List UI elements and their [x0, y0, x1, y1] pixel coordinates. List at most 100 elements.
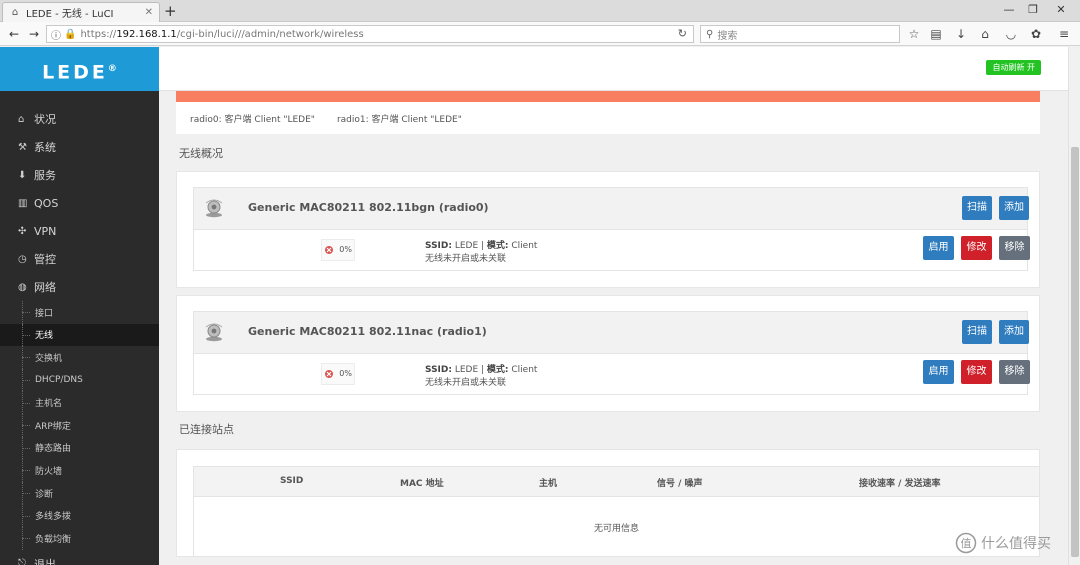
device-radio0: Generic MAC80211 802.11bgn (radio0) 扫描 添…	[193, 187, 1030, 271]
sidebar-item-vpn[interactable]: ✣ VPN	[0, 217, 159, 245]
back-icon[interactable]: ←	[6, 26, 22, 42]
close-tab-icon[interactable]: ✕	[145, 7, 153, 18]
col-ssid: SSID	[280, 476, 304, 486]
device-card-radio1: Generic MAC80211 802.11nac (radio1) 扫描 添…	[176, 295, 1040, 412]
page-scrollbar[interactable]	[1068, 47, 1080, 565]
new-tab-icon[interactable]: +	[164, 2, 180, 20]
home-icon: ⌂	[18, 113, 25, 125]
close-window-icon[interactable]: ✕	[1052, 3, 1070, 16]
sidebar-sub-switch[interactable]: 交换机	[0, 346, 159, 369]
watermark: 值 什么值得买	[955, 532, 1051, 554]
radio1-status: radio1: 客户端 Client "LEDE"	[336, 114, 462, 125]
radio0-status: radio0: 客户端 Client "LEDE"	[190, 114, 315, 125]
col-rate: 接收速率 / 发送速率	[859, 479, 941, 489]
extension-icon[interactable]: ✿	[1028, 26, 1044, 42]
lock-warning-icon[interactable]: 🔒	[64, 29, 76, 40]
tools-icon: ⚒	[18, 141, 27, 153]
association-status: 无线未开启或未关联	[425, 378, 507, 388]
sidebar-item-logout[interactable]: ⎋ 退出	[0, 550, 159, 565]
enable-button[interactable]: 启用	[923, 360, 954, 384]
sidebar-sub-load-balance[interactable]: 负载均衡	[0, 526, 159, 550]
url-bar[interactable]: ⓘ 🔒 https:// 192.168.1.1 /cgi-bin/luci//…	[46, 25, 694, 43]
association-status: 无线未开启或未关联	[425, 254, 507, 264]
auto-refresh-badge[interactable]: 自动刷新 开	[986, 60, 1041, 75]
sidebar-item-network[interactable]: ◍ 网络	[0, 273, 159, 301]
bar-chart-icon: ▥	[18, 197, 28, 209]
sidebar-sub-static-routes[interactable]: 静态路由	[0, 436, 159, 460]
sidebar-sub-interfaces[interactable]: 接口	[0, 301, 159, 324]
info-icon[interactable]: ⓘ	[51, 27, 61, 42]
sidebar-sub-multiwan[interactable]: 多线多拨	[0, 504, 159, 527]
sidebar-menu: ⌂ 状况 ⚒ 系统 ⬇ 服务 ▥ QOS ✣ VPN ◷ 管控 ◍ 网络 接口 无线 交换机 …	[0, 91, 159, 565]
device-name: Generic MAC80211 802.11bgn (radio0)	[248, 201, 489, 214]
svg-text:值: 值	[961, 537, 972, 550]
scan-button[interactable]: 扫描	[962, 320, 992, 344]
add-button[interactable]: 添加	[999, 320, 1029, 344]
edit-button[interactable]: 修改	[961, 236, 992, 260]
remove-button[interactable]: 移除	[999, 360, 1030, 384]
sidebar-sub-firewall[interactable]: 防火墙	[0, 459, 159, 482]
sidebar-item-status[interactable]: ⌂ 状况	[0, 105, 159, 133]
logout-icon: ⎋	[18, 558, 26, 565]
scan-button[interactable]: 扫描	[962, 196, 992, 220]
tab-title: LEDE - 无线 - LuCI	[26, 9, 114, 20]
url-protocol: https://	[80, 28, 117, 40]
search-placeholder: 搜索	[717, 30, 738, 42]
enable-button[interactable]: 启用	[923, 236, 954, 260]
ssid-mode-line: SSID: LEDE | 模式: Client	[425, 241, 538, 251]
signal-off-icon	[325, 370, 333, 378]
col-mac: MAC 地址	[400, 479, 444, 489]
wifi-device-icon	[205, 199, 223, 218]
signal-indicator: 0%	[321, 239, 355, 261]
reading-list-icon[interactable]: ▤	[928, 26, 944, 42]
sidebar-sub-wireless[interactable]: 无线	[0, 323, 159, 347]
download-icon[interactable]: ↓	[953, 26, 969, 42]
top-header: 自动刷新 开	[159, 47, 1068, 91]
ssid-mode-line: SSID: LEDE | 模式: Client	[425, 365, 538, 375]
minimize-icon[interactable]: —	[1000, 3, 1018, 16]
bookmark-star-icon[interactable]: ☆	[906, 26, 922, 42]
logo[interactable]: LEDE®	[0, 47, 159, 91]
add-button[interactable]: 添加	[999, 196, 1029, 220]
sidebar-sub-arp-binding[interactable]: ARP绑定	[0, 413, 159, 437]
reload-icon[interactable]: ↻	[678, 27, 687, 40]
sidebar-item-services[interactable]: ⬇ 服务	[0, 161, 159, 189]
signal-off-icon	[325, 246, 333, 254]
col-host: 主机	[539, 479, 558, 489]
browser-tab[interactable]: ⌂ LEDE - 无线 - LuCI ✕	[2, 2, 160, 22]
sidebar-item-qos[interactable]: ▥ QOS	[0, 189, 159, 217]
stations-title: 已连接站点	[179, 423, 234, 436]
browser-tab-bar: ⌂ LEDE - 无线 - LuCI ✕ + — ❐ ✕	[0, 0, 1080, 22]
pocket-icon[interactable]: ◡	[1003, 26, 1019, 42]
clock-icon: ◷	[18, 253, 27, 265]
wifi-device-icon	[205, 323, 223, 342]
signal-indicator: 0%	[321, 363, 355, 385]
restore-icon[interactable]: ❐	[1024, 3, 1042, 16]
sidebar: LEDE® ⌂ 状况 ⚒ 系统 ⬇ 服务 ▥ QOS ✣ VPN ◷ 管控 ◍ 网络 接口 无…	[0, 47, 159, 565]
network-row: 0% SSID: LEDE | 模式: Client 无线未开启或未关联 启用 …	[194, 354, 1030, 395]
table-header: SSID MAC 地址 主机 信号 / 噪声 接收速率 / 发送速率	[194, 467, 1039, 497]
scrollbar-thumb[interactable]	[1071, 147, 1079, 557]
edit-button[interactable]: 修改	[961, 360, 992, 384]
menu-icon[interactable]: ≡	[1056, 26, 1072, 42]
sidebar-sub-hostnames[interactable]: 主机名	[0, 391, 159, 414]
home-icon[interactable]: ⌂	[977, 26, 993, 42]
main-content: 自动刷新 开 radio0: 客户端 Client "LEDE" radio1:…	[159, 47, 1068, 565]
sidebar-item-control[interactable]: ◷ 管控	[0, 245, 159, 273]
sidebar-sub-diagnostics[interactable]: 诊断	[0, 481, 159, 505]
search-input[interactable]: ⚲ 搜索	[700, 25, 900, 43]
col-signal: 信号 / 噪声	[657, 479, 703, 489]
url-path: /cgi-bin/luci///admin/network/wireless	[176, 28, 364, 40]
alert-bar	[176, 91, 1040, 102]
sidebar-item-system[interactable]: ⚒ 系统	[0, 133, 159, 161]
smzdm-logo-icon: 值	[955, 532, 977, 554]
empty-message: 无可用信息	[593, 524, 639, 534]
network-icon: ✣	[18, 225, 27, 237]
forward-icon[interactable]: →	[26, 26, 42, 42]
stations-card: SSID MAC 地址 主机 信号 / 噪声 接收速率 / 发送速率 无可用信息	[176, 449, 1040, 557]
sidebar-sub-dhcp-dns[interactable]: DHCP/DNS	[0, 368, 159, 392]
device-radio1: Generic MAC80211 802.11nac (radio1) 扫描 添…	[193, 311, 1030, 395]
remove-button[interactable]: 移除	[999, 236, 1030, 260]
device-name: Generic MAC80211 802.11nac (radio1)	[248, 325, 487, 338]
search-icon: ⚲	[706, 28, 714, 40]
